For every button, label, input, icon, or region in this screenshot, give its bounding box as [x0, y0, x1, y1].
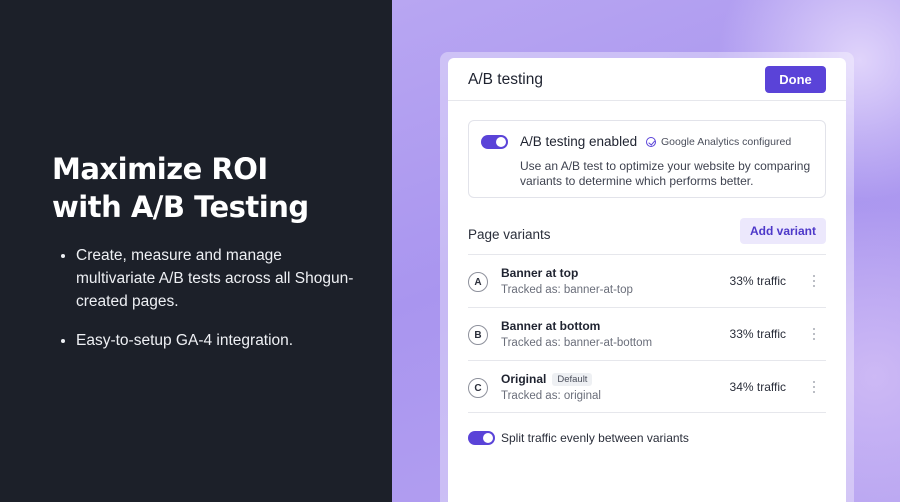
split-traffic-label: Split traffic evenly between variants: [501, 431, 689, 445]
variants-header: Page variants Add variant: [468, 218, 826, 254]
variant-letter: C: [468, 378, 488, 398]
headline-line-2: with A/B Testing: [52, 190, 309, 224]
variants-label: Page variants: [468, 227, 551, 242]
variant-row[interactable]: B Banner at bottom Tracked as: banner-at…: [468, 307, 826, 360]
variant-traffic: 34% traffic: [729, 380, 786, 394]
variant-row[interactable]: C Original Default Tracked as: original 3…: [468, 360, 826, 413]
variant-row[interactable]: A Banner at top Tracked as: banner-at-to…: [468, 254, 826, 307]
variant-name-text: Banner at top: [501, 266, 579, 280]
more-vertical-icon[interactable]: [810, 273, 818, 289]
variant-letter: B: [468, 325, 488, 345]
variant-name: Original Default: [501, 372, 593, 386]
ga-badge-label: Google Analytics configured: [661, 136, 792, 148]
feature-bullet: Easy-to-setup GA-4 integration.: [58, 329, 358, 352]
product-preview: A/B testing Done A/B testing enabled Goo…: [392, 0, 900, 502]
variant-list: A Banner at top Tracked as: banner-at-to…: [468, 254, 826, 413]
toggle-knob: [483, 433, 493, 443]
split-traffic-toggle[interactable]: [468, 431, 495, 445]
split-traffic-setting: Split traffic evenly between variants: [468, 430, 826, 446]
hero-section: Maximize ROI with A/B Testing Create, me…: [0, 0, 392, 502]
variant-tracked: Tracked as: banner-at-top: [501, 284, 633, 296]
variant-traffic: 33% traffic: [729, 327, 786, 341]
panel-header: A/B testing Done: [448, 58, 846, 101]
add-variant-button[interactable]: Add variant: [740, 218, 826, 244]
hero-headline: Maximize ROI with A/B Testing: [52, 150, 309, 226]
feature-bullet: Create, measure and manage multivariate …: [58, 244, 358, 313]
variant-letter: A: [468, 272, 488, 292]
toggle-knob: [496, 137, 506, 147]
ab-testing-description: Use an A/B test to optimize your website…: [520, 159, 811, 188]
ab-testing-toggle[interactable]: [481, 135, 508, 149]
variant-name-text: Banner at bottom: [501, 319, 601, 333]
more-vertical-icon[interactable]: [810, 326, 818, 342]
feature-bullets: Create, measure and manage multivariate …: [58, 244, 358, 368]
panel-title: A/B testing: [468, 71, 543, 88]
ab-testing-card: A/B testing enabled Google Analytics con…: [468, 120, 826, 198]
done-button[interactable]: Done: [765, 66, 826, 93]
check-circle-icon: [646, 137, 656, 147]
default-badge: Default: [552, 373, 593, 386]
variant-tracked: Tracked as: original: [501, 390, 601, 402]
more-vertical-icon[interactable]: [810, 379, 818, 395]
ga-configured-badge: Google Analytics configured: [646, 134, 791, 150]
variant-name: Banner at top: [501, 266, 578, 280]
headline-line-1: Maximize ROI: [52, 152, 268, 186]
variant-name-text: Original: [501, 372, 547, 386]
ab-testing-panel: A/B testing Done A/B testing enabled Goo…: [448, 58, 846, 502]
ab-testing-status: A/B testing enabled: [520, 134, 638, 149]
variant-tracked: Tracked as: banner-at-bottom: [501, 337, 653, 349]
variant-name: Banner at bottom: [501, 319, 600, 333]
variant-traffic: 33% traffic: [729, 274, 786, 288]
